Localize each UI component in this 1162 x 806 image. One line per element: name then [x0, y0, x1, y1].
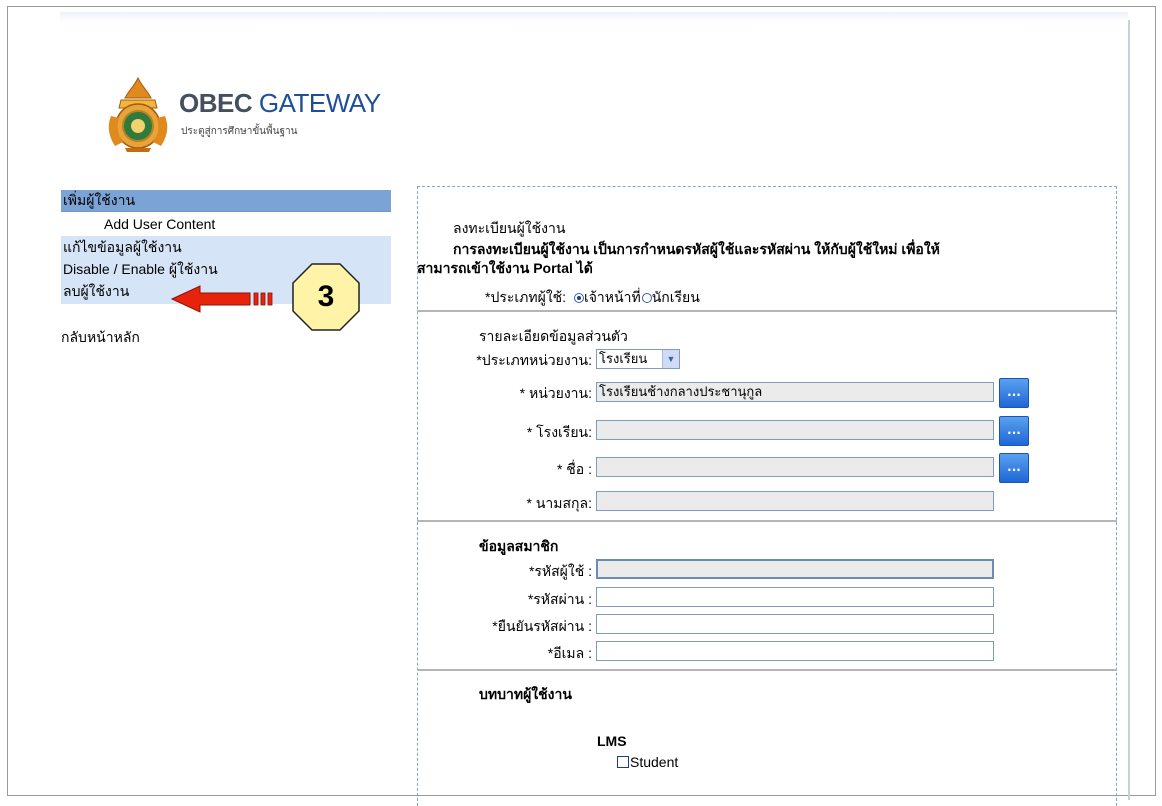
password-label: *รหัสผ่าน :: [527, 591, 592, 607]
confirm-password-label: *ยืนยันรหัสผ่าน :: [492, 618, 592, 634]
unit-label: * หน่วยงาน:: [519, 385, 592, 401]
section-divider: [417, 310, 1117, 312]
content-right-border: [1128, 20, 1130, 800]
section-divider: [417, 669, 1117, 671]
radio-staff[interactable]: [573, 293, 584, 303]
header-band: [60, 12, 1128, 22]
unit-type-label: *ประเภทหน่วยงาน:: [476, 352, 592, 368]
unit-browse-button[interactable]: ...: [999, 378, 1029, 408]
unit-input[interactable]: โรงเรียนช้างกลางประชานุกูล: [596, 382, 994, 402]
unit-type-select[interactable]: โรงเรียน ▼: [596, 349, 680, 369]
confirm-password-input[interactable]: [596, 614, 994, 634]
school-label: * โรงเรียน:: [526, 424, 592, 440]
form-description-line2: สามารถเข้าใช้งาน Portal ได้: [417, 260, 593, 276]
lms-group-label: LMS: [597, 733, 627, 749]
username-input[interactable]: [596, 559, 994, 579]
logo-subtitle: ประตูสู่การศึกษาขั้นพื้นฐาน: [181, 126, 298, 137]
form-title: ลงทะเบียนผู้ใช้งาน: [453, 220, 566, 236]
ministry-seal-icon: [108, 76, 168, 152]
firstname-input[interactable]: [596, 457, 994, 477]
logo-title: OBEC GATEWAY: [179, 88, 381, 118]
student-checkbox-label: Student: [630, 754, 679, 770]
lastname-label: * นามสกุล:: [526, 495, 593, 511]
unit-type-value: โรงเรียน: [599, 351, 648, 366]
menu-add-user[interactable]: เพิ่มผู้ใช้งาน: [61, 190, 391, 212]
radio-staff-label: เจ้าหน้าที่: [583, 289, 641, 305]
school-input[interactable]: [596, 420, 994, 440]
pointer-arrow-icon: [170, 285, 273, 313]
email-label: *อีเมล :: [547, 645, 592, 661]
student-checkbox[interactable]: [617, 756, 629, 768]
member-heading: ข้อมูลสมาชิก: [479, 538, 559, 554]
back-to-home-link[interactable]: กลับหน้าหลัก: [61, 327, 140, 349]
radio-student-label: นักเรียน: [651, 289, 700, 305]
username-label: *รหัสผู้ใช้ :: [528, 563, 592, 579]
chevron-down-icon: ▼: [662, 350, 679, 368]
email-input[interactable]: [596, 641, 994, 661]
user-type-row: *ประเภทผู้ใช้: เจ้าหน้าที่ นักเรียน: [485, 287, 700, 309]
section-divider: [417, 520, 1117, 522]
menu-add-user-content[interactable]: Add User Content: [61, 212, 391, 236]
password-input[interactable]: [596, 587, 994, 607]
radio-student[interactable]: [641, 293, 652, 303]
user-type-label: *ประเภทผู้ใช้:: [485, 289, 567, 305]
obec-logo[interactable]: OBEC GATEWAY ประตูสู่การศึกษาขั้นพื้นฐาน: [103, 76, 403, 152]
lastname-input[interactable]: [596, 491, 994, 511]
school-browse-button[interactable]: ...: [999, 416, 1029, 446]
firstname-label: * ชื่อ :: [556, 461, 592, 477]
menu-edit-user[interactable]: แก้ไขข้อมูลผู้ใช้งาน: [61, 236, 391, 258]
firstname-browse-button[interactable]: ...: [999, 453, 1029, 483]
step-number: 3: [317, 280, 335, 313]
roles-heading: บทบาทผู้ใช้งาน: [479, 686, 572, 702]
personal-heading: รายละเอียดข้อมูลส่วนตัว: [479, 328, 628, 344]
